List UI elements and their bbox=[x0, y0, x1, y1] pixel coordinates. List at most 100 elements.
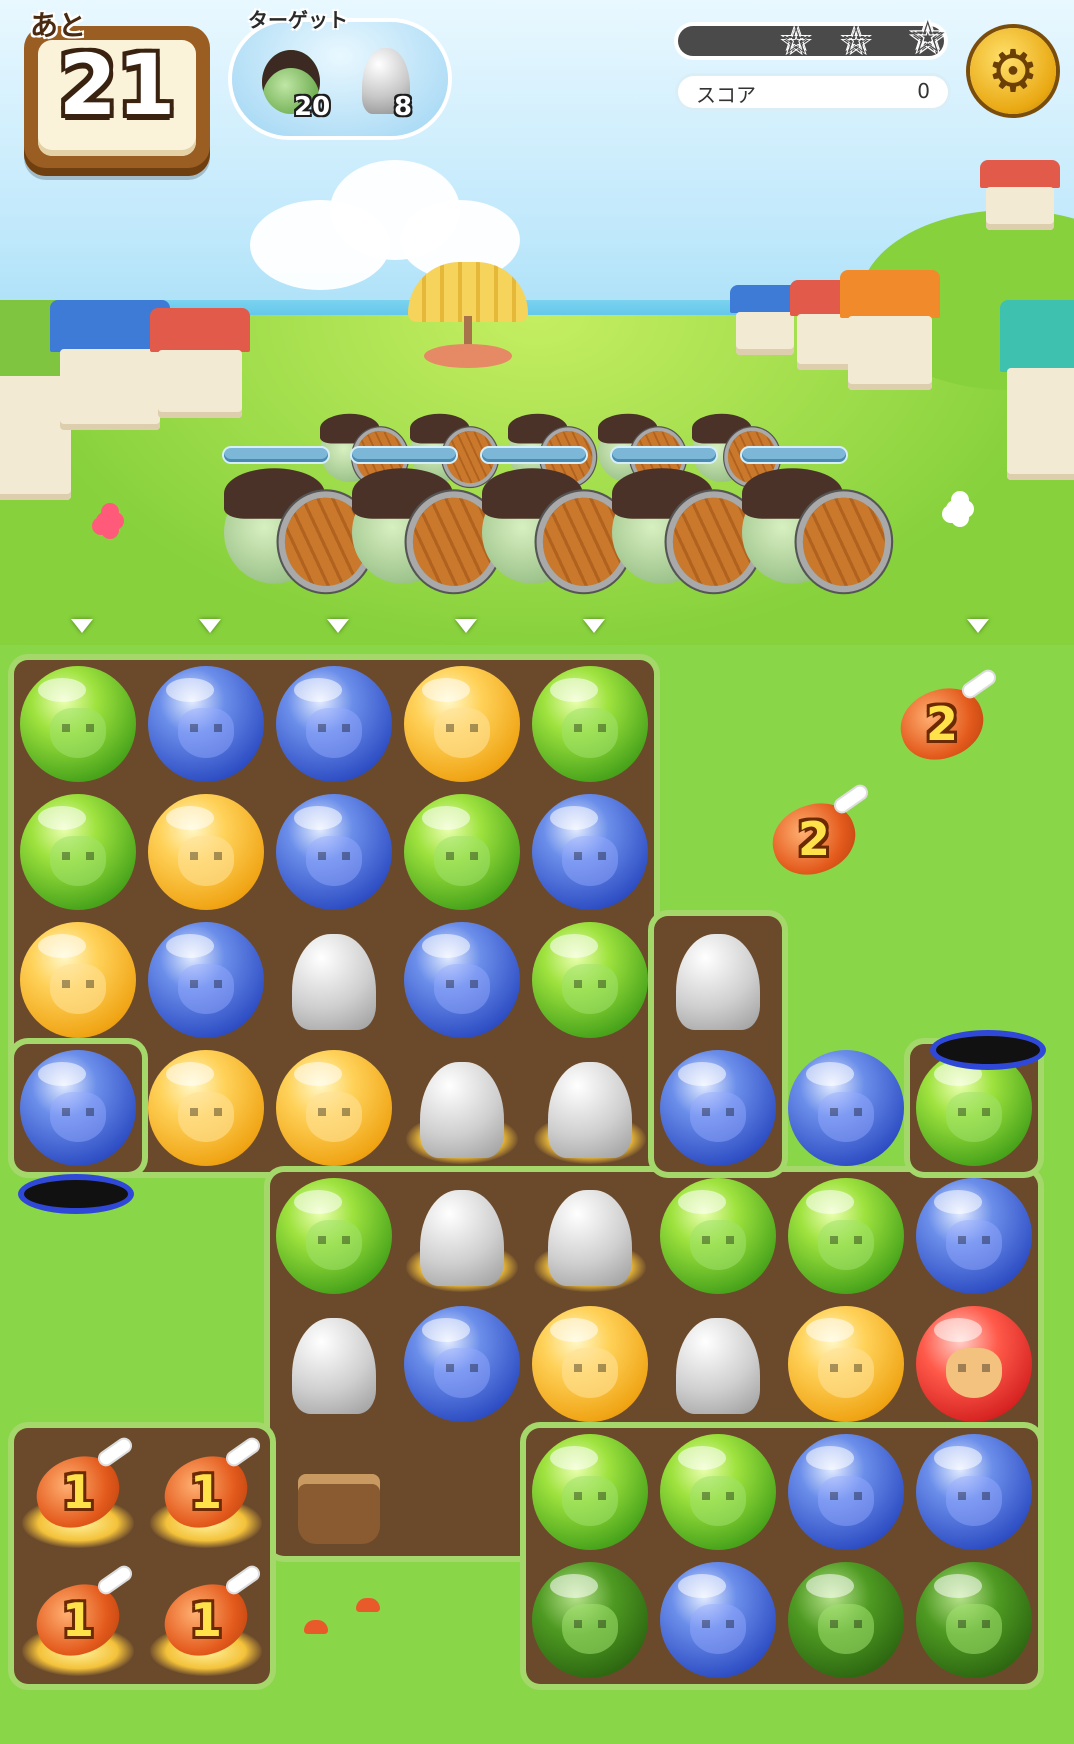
blue-orb[interactable] bbox=[270, 788, 398, 916]
character-face bbox=[306, 708, 362, 758]
eyes bbox=[190, 1108, 222, 1116]
blue-character-icon bbox=[916, 1434, 1032, 1550]
blue-orb[interactable] bbox=[398, 1300, 526, 1428]
yellow-orb[interactable] bbox=[270, 1044, 398, 1172]
meat-hits-label: 2 bbox=[797, 812, 830, 867]
green-orb[interactable] bbox=[14, 660, 142, 788]
character-face bbox=[434, 836, 490, 886]
rock-block[interactable] bbox=[270, 916, 398, 1044]
dark-orb[interactable] bbox=[782, 1556, 910, 1684]
green-orb[interactable] bbox=[14, 788, 142, 916]
blue-orb[interactable] bbox=[654, 1556, 782, 1684]
yellow-orb[interactable] bbox=[398, 660, 526, 788]
character-face bbox=[178, 1092, 234, 1142]
zombie-enemy[interactable] bbox=[224, 462, 367, 588]
house bbox=[150, 308, 250, 418]
meat-block[interactable]: 2 bbox=[878, 660, 1006, 788]
rock-block[interactable] bbox=[398, 1044, 526, 1172]
game-screen: 111122 あと 21 ターゲット 20 8 ☆ ☆ ☆ スコア 0 ⚙ bbox=[0, 0, 1074, 1744]
eyes bbox=[830, 1236, 862, 1244]
blue-orb[interactable] bbox=[142, 916, 270, 1044]
green-orb[interactable] bbox=[398, 788, 526, 916]
green-character-icon bbox=[404, 794, 520, 910]
character-face bbox=[946, 1604, 1002, 1654]
yellow-orb[interactable] bbox=[142, 1044, 270, 1172]
yellow-character-icon bbox=[532, 1306, 648, 1422]
blue-character-icon bbox=[788, 1434, 904, 1550]
rock-block[interactable] bbox=[654, 1300, 782, 1428]
character-face bbox=[562, 1476, 618, 1526]
zombie-enemy[interactable] bbox=[352, 462, 495, 588]
green-orb[interactable] bbox=[654, 1428, 782, 1556]
zombie-enemy[interactable] bbox=[612, 462, 755, 588]
house bbox=[840, 270, 940, 390]
character-face bbox=[306, 1092, 362, 1142]
rock-block[interactable] bbox=[526, 1172, 654, 1300]
eyes bbox=[62, 852, 94, 860]
eyes bbox=[446, 1364, 478, 1372]
character-face bbox=[946, 1220, 1002, 1270]
blue-character-icon bbox=[660, 1050, 776, 1166]
eyes bbox=[958, 1492, 990, 1500]
yellow-orb[interactable] bbox=[14, 916, 142, 1044]
green-orb[interactable] bbox=[654, 1172, 782, 1300]
meat-block[interactable]: 1 bbox=[142, 1428, 270, 1556]
green-character-icon bbox=[916, 1050, 1032, 1166]
rock-icon bbox=[676, 934, 760, 1030]
rock-block[interactable] bbox=[270, 1300, 398, 1428]
blue-orb[interactable] bbox=[398, 916, 526, 1044]
dark-orb[interactable] bbox=[526, 1556, 654, 1684]
blue-orb[interactable] bbox=[526, 788, 654, 916]
house bbox=[980, 160, 1060, 230]
character-face bbox=[306, 1220, 362, 1270]
eyes bbox=[574, 1620, 606, 1628]
blue-orb[interactable] bbox=[910, 1428, 1038, 1556]
star-icon: ☆ bbox=[780, 21, 813, 62]
character-face bbox=[178, 708, 234, 758]
blue-orb[interactable] bbox=[782, 1428, 910, 1556]
meat-hits-label: 1 bbox=[189, 1593, 222, 1647]
zombie-enemy[interactable] bbox=[482, 462, 625, 588]
eyes bbox=[62, 724, 94, 732]
meat-block[interactable]: 1 bbox=[142, 1556, 270, 1684]
meat-block[interactable]: 1 bbox=[14, 1556, 142, 1684]
eyes bbox=[702, 1236, 734, 1244]
yellow-orb[interactable] bbox=[526, 1300, 654, 1428]
rock-block[interactable] bbox=[398, 1172, 526, 1300]
green-orb[interactable] bbox=[526, 660, 654, 788]
green-orb[interactable] bbox=[782, 1172, 910, 1300]
zombie-enemy[interactable] bbox=[742, 462, 885, 588]
character-face bbox=[178, 836, 234, 886]
rock-block[interactable] bbox=[654, 916, 782, 1044]
meat-block[interactable]: 1 bbox=[14, 1428, 142, 1556]
eyes bbox=[446, 980, 478, 988]
blue-character-icon bbox=[148, 666, 264, 782]
eyes bbox=[702, 1492, 734, 1500]
dark-orb[interactable] bbox=[910, 1556, 1038, 1684]
settings-button[interactable]: ⚙ bbox=[970, 28, 1056, 114]
yellow-orb[interactable] bbox=[782, 1300, 910, 1428]
blue-orb[interactable] bbox=[142, 660, 270, 788]
green-character-icon bbox=[660, 1434, 776, 1550]
eyes bbox=[958, 1108, 990, 1116]
green-character-icon bbox=[20, 794, 136, 910]
character-face bbox=[562, 836, 618, 886]
blue-orb[interactable] bbox=[910, 1172, 1038, 1300]
yellow-orb[interactable] bbox=[142, 788, 270, 916]
character-face bbox=[434, 964, 490, 1014]
score-box: スコア 0 bbox=[678, 76, 948, 108]
red-orb[interactable] bbox=[910, 1300, 1038, 1428]
flower bbox=[96, 512, 114, 530]
character-face bbox=[562, 1604, 618, 1654]
rock-block[interactable] bbox=[526, 1044, 654, 1172]
green-orb[interactable] bbox=[526, 1428, 654, 1556]
blue-orb[interactable] bbox=[654, 1044, 782, 1172]
blue-orb[interactable] bbox=[270, 660, 398, 788]
moves-remaining: 21 bbox=[58, 36, 176, 134]
green-orb[interactable] bbox=[526, 916, 654, 1044]
blue-orb[interactable] bbox=[782, 1044, 910, 1172]
green-orb[interactable] bbox=[270, 1172, 398, 1300]
blue-orb[interactable] bbox=[14, 1044, 142, 1172]
character-face bbox=[50, 1092, 106, 1142]
meat-block[interactable]: 2 bbox=[750, 775, 878, 903]
